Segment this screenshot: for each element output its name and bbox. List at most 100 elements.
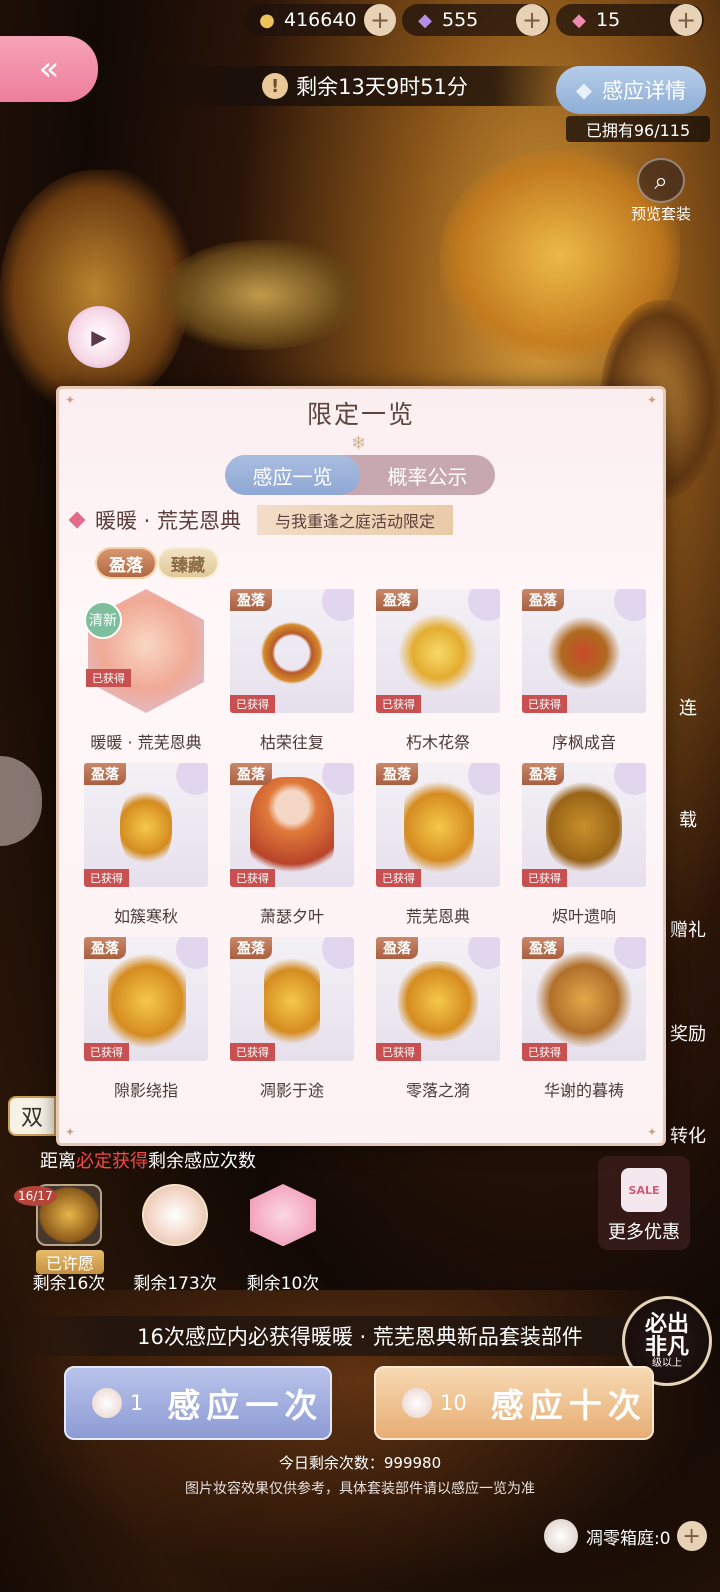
flower-hairpin-image (398, 613, 478, 693)
item-cell[interactable]: 盈落 已获得 如簇寒秋 (73, 763, 219, 926)
play-icon: ▶ (91, 325, 107, 349)
item-card: 盈落 已获得 (522, 937, 646, 1061)
item-cell[interactable]: 盈落 已获得 序枫成音 (511, 589, 657, 752)
rarity-tag: 盈落 (230, 763, 272, 785)
bubble-decoration (322, 589, 354, 621)
item-card: 盈落 已获得 (84, 937, 208, 1061)
necklace-image (398, 961, 478, 1041)
coin-value: 416640 (284, 9, 357, 31)
item-name: 华谢的暮祷 (543, 1081, 624, 1100)
pity-item-2[interactable]: 剩余173次 (130, 1184, 220, 1294)
suit-header: 暖暖 · 荒芜恩典 与我重逢之庭活动限定 (68, 505, 454, 535)
pity-remaining-2: 剩余173次 (133, 1274, 217, 1294)
corner-ornament: ✦ (65, 1125, 76, 1139)
bubble-decoration (468, 589, 500, 621)
item-name: 凋影于途 (259, 1081, 324, 1100)
add-pink-diamond-button[interactable]: + (670, 4, 702, 36)
obtained-label: 已获得 (522, 1043, 567, 1061)
pity-item-3[interactable]: 剩余10次 (238, 1184, 328, 1294)
bubble-decoration (322, 937, 354, 969)
back-button[interactable]: « (0, 36, 98, 102)
pity-distance-label: 距离必定获得剩余感应次数 (40, 1147, 256, 1173)
item-cell[interactable]: 盈落 已获得 荒芜恩典 (365, 763, 511, 926)
corner-ornament: ✦ (646, 1125, 657, 1139)
seal-small: 级以上 (652, 1357, 682, 1369)
obtained-label: 已获得 (376, 1043, 421, 1061)
diamond-bullet-icon (68, 511, 86, 529)
obtained-label: 已获得 (376, 869, 421, 887)
tab-probability[interactable]: 概率公示 (360, 455, 495, 495)
item-card: 盈落 已获得 (230, 937, 354, 1061)
guarantee-banner: 16次感应内必获得暖暖 · 荒芜恩典新品套装部件 (0, 1316, 720, 1356)
rarity-tag: 盈落 (376, 763, 418, 785)
obtained-label: 已获得 (86, 669, 131, 687)
item-name: 序枫成音 (551, 733, 616, 752)
detail-button[interactable]: ◆ 感应详情 (556, 66, 706, 114)
item-cell[interactable]: 盈落 已获得 凋影于途 (219, 937, 365, 1100)
item-cell[interactable]: 清新 已获得 暖暖 · 荒芜恩典 (73, 589, 219, 752)
more-deals-label: 更多优惠 (608, 1222, 680, 1243)
crystal-ball-icon (402, 1388, 432, 1418)
draw-once-label: 感应一次 (167, 1386, 324, 1425)
withered-garden-counter: 凋零箱庭:0 + (544, 1514, 707, 1558)
draw-ten-button[interactable]: 10 感应十次 (374, 1366, 654, 1440)
snowflake-icon: ❄ (351, 433, 367, 454)
item-cell[interactable]: 盈落已获得 隙影绕指 (73, 937, 219, 1100)
wings-image (536, 951, 632, 1047)
tab-draw-list[interactable]: 感应一览 (225, 455, 360, 495)
pink-diamond-value: 15 (596, 9, 621, 31)
magnifier-icon: ⌕ (637, 158, 685, 203)
bubble-decoration (322, 763, 354, 795)
item-cell[interactable]: 盈落 已获得 枯荣往复 (219, 589, 365, 752)
rarity-tag: 盈落 (84, 937, 126, 959)
rarity-tag: 盈落 (230, 937, 272, 959)
item-name: 隙影绕指 (113, 1081, 178, 1100)
exclamation-icon: ! (262, 73, 289, 99)
suit-portrait: 清新 已获得 (84, 589, 208, 713)
seal-line-2: 非凡 (644, 1334, 689, 1360)
item-card: 盈落 已获得 (522, 763, 646, 887)
add-withered-garden-button[interactable]: + (676, 1521, 707, 1551)
double-chevron-left-icon: « (38, 49, 60, 89)
bubble-decoration (468, 763, 500, 795)
earring-image (544, 613, 624, 693)
add-coin-button[interactable]: + (364, 4, 396, 36)
obtained-label: 已获得 (84, 1043, 129, 1061)
cape-image (546, 777, 622, 877)
rarity-filter-zhencang[interactable]: 臻藏 (159, 549, 217, 577)
item-name: 萧瑟夕叶 (259, 907, 324, 926)
more-deals-button[interactable]: SALE 更多优惠 (598, 1156, 690, 1250)
left-side-tab[interactable] (0, 756, 42, 846)
item-cell[interactable]: 盈落 已获得 零落之漪 (365, 937, 511, 1100)
today-remaining: 今日剩余次数：999980 (278, 1454, 442, 1472)
item-cell[interactable]: 盈落 已获得 朽木花祭 (365, 589, 511, 752)
bubble-decoration (176, 763, 208, 795)
bubble-decoration (468, 937, 500, 969)
obtained-label: 已获得 (84, 869, 129, 887)
detail-button-label: 感应详情 (602, 79, 687, 103)
disclaimer: 图片妆容效果仅供参考，具体套装部件请以感应一览为准 (185, 1481, 535, 1497)
add-purple-diamond-button[interactable]: + (516, 4, 548, 36)
rarity-filter-yingluo[interactable]: 盈落 (97, 549, 155, 577)
play-video-button[interactable]: ▶ (68, 306, 130, 368)
item-name: 暖暖 · 荒芜恩典 (90, 733, 202, 752)
wreath-image (252, 613, 332, 693)
suit-name: 暖暖 · 荒芜恩典 (95, 509, 242, 533)
distance-suffix: 剩余感应次数 (148, 1151, 256, 1172)
purple-diamond-icon: ◆ (418, 9, 432, 31)
pity-progress-badge: 16/17 (14, 1186, 57, 1206)
item-cell[interactable]: 盈落 已获得 萧瑟夕叶 (219, 763, 365, 926)
item-cell[interactable]: 盈落 已获得 烬叶遗响 (511, 763, 657, 926)
preview-suit-button[interactable]: ⌕ 预览套装 (624, 158, 698, 224)
item-card: 盈落 已获得 (376, 937, 500, 1061)
pink-diamond-icon: ◆ (572, 9, 586, 31)
diamond-icon: ◆ (575, 78, 593, 102)
double-event-badge[interactable]: 双 (8, 1096, 56, 1136)
item-name: 如簇寒秋 (113, 907, 178, 926)
draw-once-button[interactable]: 1 感应一次 (64, 1366, 332, 1440)
item-card: 盈落 已获得 (230, 763, 354, 887)
rarity-tag: 盈落 (376, 937, 418, 959)
armlet-image (264, 951, 320, 1051)
item-cell[interactable]: 盈落 已获得 华谢的暮祷 (511, 937, 657, 1100)
draw-ten-cost: 10 (440, 1391, 467, 1415)
